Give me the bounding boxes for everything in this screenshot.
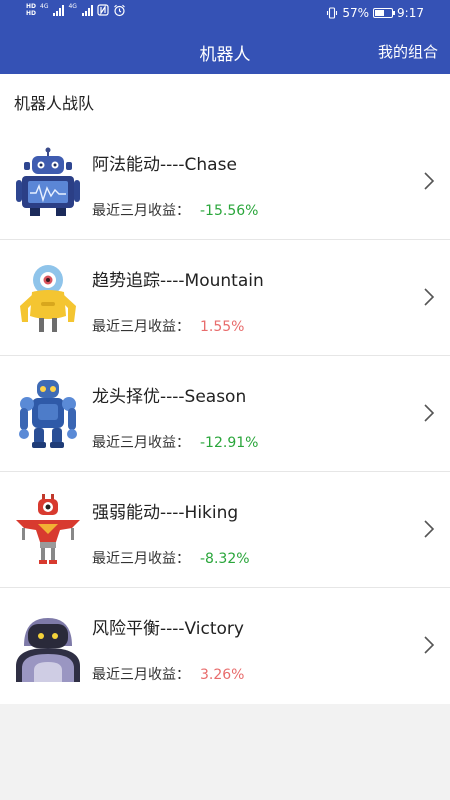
return-label: 最近三月收益： <box>92 203 190 219</box>
robot-red-icon <box>16 494 80 564</box>
chevron-right-icon <box>424 288 435 306</box>
return-value: -8.32% <box>200 551 250 567</box>
return-value: -12.91% <box>200 435 259 451</box>
signal-icon <box>53 4 65 16</box>
return-value: -15.56% <box>200 203 259 219</box>
network-type-1: 4G <box>40 3 49 10</box>
robot-monitor-icon <box>16 147 80 216</box>
network-type-2: 4G <box>68 3 77 10</box>
robot-row-hiking[interactable]: 强弱能动----Hiking 最近三月收益： -8.32% <box>0 472 450 588</box>
status-bar: HD HD 4G 4G 57% 9:17 <box>0 0 450 28</box>
robot-return-line: 最近三月收益： 1.55% <box>92 316 244 336</box>
robot-name: 趋势追踪----Mountain <box>92 271 264 291</box>
robot-list-panel: 机器人战队 阿法能动----Chase 最近三月收益： -15.56% 趋势追踪… <box>0 74 450 704</box>
robot-return-line: 最近三月收益： -8.32% <box>92 548 250 568</box>
robot-blue-icon <box>19 380 77 448</box>
battery-icon <box>373 8 396 18</box>
robot-return-line: 最近三月收益： -15.56% <box>92 200 258 220</box>
return-value: 1.55% <box>200 319 245 335</box>
robot-name: 强弱能动----Hiking <box>92 503 239 523</box>
chevron-right-icon <box>424 404 435 422</box>
robot-row-chase[interactable]: 阿法能动----Chase 最近三月收益： -15.56% <box>0 124 450 240</box>
return-label: 最近三月收益： <box>92 667 190 683</box>
return-label: 最近三月收益： <box>92 319 190 335</box>
return-value: 3.26% <box>200 667 245 683</box>
status-right: 57% 9:17 <box>326 6 424 20</box>
nav-bar: 机器人 我的组合 <box>0 28 450 74</box>
status-left: HD HD 4G 4G <box>26 3 126 17</box>
robot-name: 风险平衡----Victory <box>92 619 244 639</box>
robot-name: 龙头择优----Season <box>92 387 247 407</box>
robot-return-line: 最近三月收益： 3.26% <box>92 664 244 684</box>
robot-cyclops-icon <box>20 265 76 332</box>
nfc-icon <box>97 4 109 16</box>
return-label: 最近三月收益： <box>92 551 190 567</box>
chevron-right-icon <box>424 172 435 190</box>
clock: 9:17 <box>397 6 424 20</box>
robot-row-victory[interactable]: 风险平衡----Victory 最近三月收益： 3.26% <box>0 588 450 704</box>
hd-indicator: HD HD <box>26 3 37 17</box>
robot-row-season[interactable]: 龙头择优----Season 最近三月收益： -12.91% <box>0 356 450 472</box>
vibrate-icon <box>327 7 338 19</box>
battery-percent: 57% <box>342 6 370 20</box>
robot-row-mountain[interactable]: 趋势追踪----Mountain 最近三月收益： 1.55% <box>0 240 450 356</box>
chevron-right-icon <box>424 636 435 654</box>
robot-helmet-icon <box>16 618 80 682</box>
my-portfolio-button[interactable]: 我的组合 <box>378 41 438 62</box>
signal-icon-2 <box>81 4 93 16</box>
robot-name: 阿法能动----Chase <box>92 155 237 175</box>
return-label: 最近三月收益： <box>92 435 190 451</box>
chevron-right-icon <box>424 520 435 538</box>
alarm-icon <box>114 4 125 16</box>
section-title: 机器人战队 <box>14 94 95 113</box>
robot-return-line: 最近三月收益： -12.91% <box>92 432 258 452</box>
